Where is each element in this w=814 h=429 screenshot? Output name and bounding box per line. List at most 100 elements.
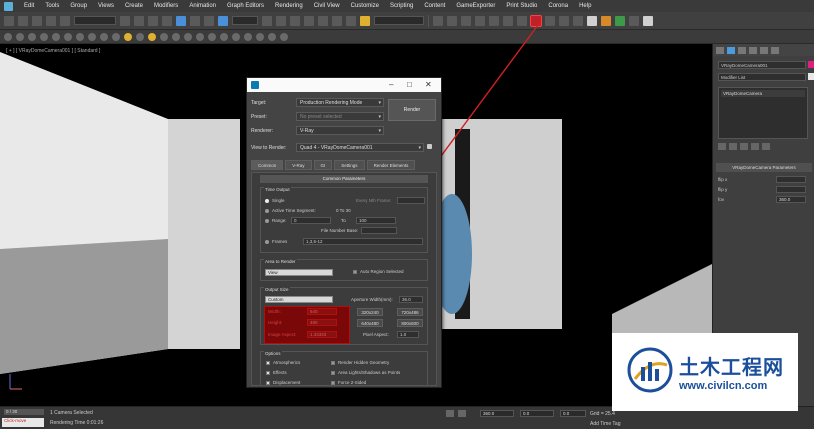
layer-explorer-icon[interactable] <box>461 15 471 26</box>
time-slider[interactable]: 0 / 30 <box>4 409 44 415</box>
range-to-field[interactable]: 100 <box>356 217 396 224</box>
modifier-list-dropdown[interactable]: Modifier List <box>718 73 806 81</box>
curve-editor-icon[interactable] <box>489 15 499 26</box>
lock-icon[interactable] <box>427 144 432 149</box>
tab-common[interactable]: Common <box>251 160 284 170</box>
tool-icon-8[interactable] <box>88 32 96 41</box>
app-logo-icon[interactable] <box>4 1 13 11</box>
displacement-checkbox[interactable] <box>266 381 270 385</box>
image-aspect-field[interactable]: 1.33333 <box>307 331 337 338</box>
z-coordinate-field[interactable]: 0.0 <box>560 410 586 417</box>
material-editor-icon[interactable] <box>517 15 527 26</box>
menu-gameexporter[interactable]: GameExporter <box>456 3 495 9</box>
selection-filter-dropdown[interactable] <box>74 16 116 25</box>
tool-icon-2[interactable] <box>16 32 24 41</box>
modifier-list-arrow[interactable] <box>808 73 814 80</box>
align-icon[interactable] <box>447 15 457 26</box>
sun-icon[interactable] <box>148 32 156 41</box>
utilities-tab-icon[interactable] <box>771 47 779 54</box>
spinner-snap-icon[interactable] <box>346 15 356 26</box>
bind-space-warp-icon[interactable] <box>60 15 70 26</box>
menu-customize[interactable]: Customize <box>351 3 379 9</box>
render-hidden-checkbox[interactable] <box>331 361 335 365</box>
hierarchy-tab-icon[interactable] <box>738 47 746 54</box>
reference-coordinate-dropdown[interactable] <box>232 16 258 25</box>
param-value[interactable] <box>776 176 806 183</box>
maxscript-listener[interactable]: Click-move <box>2 418 44 427</box>
render-activeshade-icon[interactable] <box>587 15 597 26</box>
width-field[interactable]: 640 <box>307 308 337 315</box>
range-radio[interactable] <box>265 219 269 223</box>
rectangular-selection-icon[interactable] <box>148 15 158 26</box>
tool-icon-20[interactable] <box>232 32 240 41</box>
preset-dropdown[interactable]: No preset selected <box>296 112 384 121</box>
tab-gi[interactable]: GI <box>313 160 333 170</box>
configure-sets-icon[interactable] <box>762 143 770 150</box>
place-icon[interactable] <box>218 15 228 26</box>
schematic-view-icon[interactable] <box>503 15 513 26</box>
tab-render-elements[interactable]: Render Elements <box>366 160 416 170</box>
vray-lister-icon[interactable] <box>629 15 639 26</box>
param-value[interactable] <box>776 186 806 193</box>
area-lights-checkbox[interactable] <box>331 371 335 375</box>
single-radio[interactable] <box>265 199 269 203</box>
effects-checkbox[interactable] <box>266 371 270 375</box>
tab-vray[interactable]: V-Ray <box>285 160 312 170</box>
unlink-icon[interactable] <box>46 15 56 26</box>
menu-tools[interactable]: Tools <box>45 3 59 9</box>
mirror-icon[interactable] <box>433 15 443 26</box>
atmospherics-checkbox[interactable] <box>266 361 270 365</box>
menu-group[interactable]: Group <box>70 3 87 9</box>
menu-edit[interactable]: Edit <box>24 3 34 9</box>
tool-icon-23[interactable] <box>268 32 276 41</box>
rotate-icon[interactable] <box>190 15 200 26</box>
viewport-label[interactable]: [ + ] [ VRayDomeCamera001 ] [ Standard ] <box>6 48 100 54</box>
tool-icon-16[interactable] <box>184 32 192 41</box>
menu-civil-view[interactable]: Civil View <box>314 3 340 9</box>
frames-field[interactable]: 1,3,5-12 <box>303 238 423 245</box>
menu-modifiers[interactable]: Modifiers <box>154 3 178 9</box>
show-end-result-icon[interactable] <box>729 143 737 150</box>
every-nth-field[interactable] <box>397 197 425 204</box>
edit-named-selection-icon[interactable] <box>360 15 370 26</box>
select-by-name-icon[interactable] <box>134 15 144 26</box>
light-icon[interactable] <box>124 32 132 41</box>
aperture-field[interactable]: 36.0 <box>399 296 423 303</box>
tool-icon-19[interactable] <box>220 32 228 41</box>
tool-icon-17[interactable] <box>196 32 204 41</box>
tool-icon-4[interactable] <box>40 32 48 41</box>
tool-icon-7[interactable] <box>76 32 84 41</box>
rendered-frame-window-icon[interactable] <box>545 15 555 26</box>
menu-print-studio[interactable]: Print Studio <box>506 3 537 9</box>
angle-snap-icon[interactable] <box>318 15 328 26</box>
object-name-field[interactable]: VRayDomeCamera001 <box>718 61 806 69</box>
minimize-icon[interactable]: – <box>389 80 393 89</box>
menu-graph-editors[interactable]: Graph Editors <box>227 3 264 9</box>
menu-corona[interactable]: Corona <box>548 3 568 9</box>
height-field[interactable]: 480 <box>307 319 337 326</box>
create-tab-icon[interactable] <box>716 47 724 54</box>
param-value[interactable]: 360.0 <box>776 196 806 203</box>
tool-icon-9[interactable] <box>100 32 108 41</box>
undo-icon[interactable] <box>4 15 14 26</box>
keyboard-shortcut-icon[interactable] <box>290 15 300 26</box>
rollout-title[interactable]: VRayDomeCamera Parameters <box>716 163 812 172</box>
tool-icon-21[interactable] <box>244 32 252 41</box>
tool-icon-5[interactable] <box>52 32 60 41</box>
make-unique-icon[interactable] <box>740 143 748 150</box>
menu-animation[interactable]: Animation <box>189 3 216 9</box>
redo-icon[interactable] <box>18 15 28 26</box>
preset-size-button[interactable]: 640x480 <box>357 319 383 327</box>
preset-size-button[interactable]: 320x240 <box>357 308 383 316</box>
tool-icon-24[interactable] <box>280 32 288 41</box>
vray-frame-buffer-icon[interactable] <box>601 15 611 26</box>
tab-settings[interactable]: Settings <box>334 160 365 170</box>
menu-scripting[interactable]: Scripting <box>390 3 413 9</box>
close-icon[interactable]: ✕ <box>425 80 432 89</box>
menu-create[interactable]: Create <box>125 3 143 9</box>
tool-icon-15[interactable] <box>172 32 180 41</box>
render-button[interactable]: Render <box>388 99 436 121</box>
dialog-titlebar[interactable]: – □ ✕ <box>247 78 441 92</box>
view-to-render-dropdown[interactable]: Quad 4 - VRayDomeCamera001 <box>296 143 424 152</box>
lock-selection-icon[interactable] <box>446 410 454 417</box>
